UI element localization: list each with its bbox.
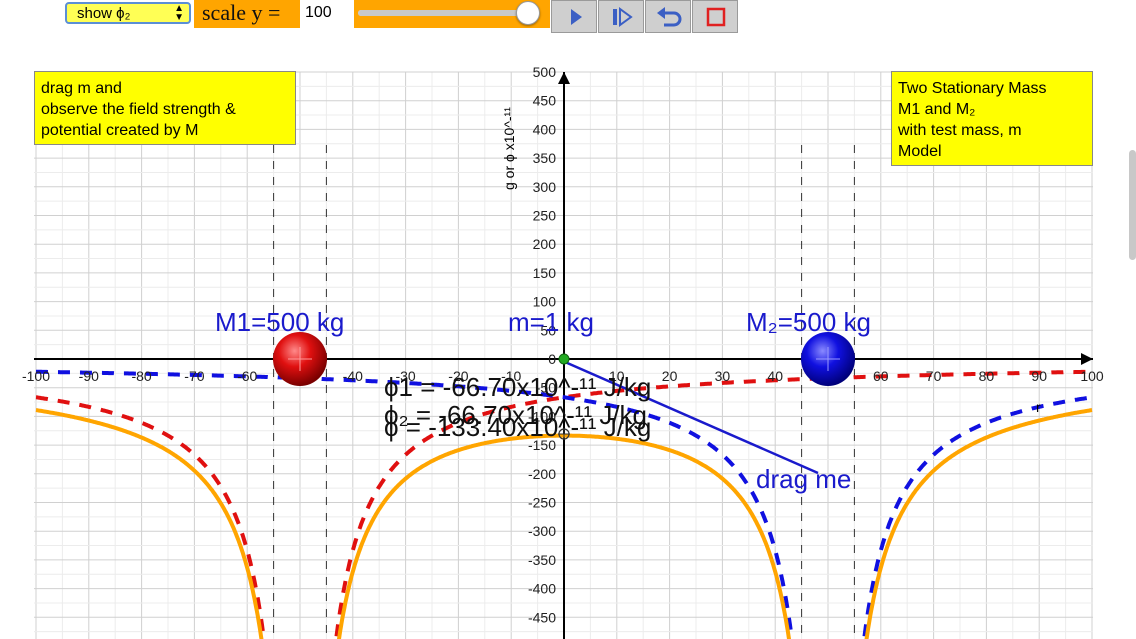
scale-slider[interactable]	[358, 1, 541, 25]
x-tick-label: 70	[926, 368, 942, 384]
reset-button[interactable]	[645, 0, 691, 33]
y-tick-label: 250	[533, 208, 557, 224]
scale-label: scale y =	[202, 0, 281, 25]
y-tick-label: -400	[528, 581, 556, 597]
mass-m1[interactable]	[273, 332, 327, 386]
y-axis-label: g or ϕ x10^-¹¹	[501, 107, 517, 190]
x-tick-label: -40	[343, 368, 363, 384]
y-tick-label: -300	[528, 523, 556, 539]
x-tick-label: -100	[22, 368, 50, 384]
select-arrows-icon: ▲ ▼	[174, 3, 184, 23]
step-button[interactable]	[598, 0, 644, 33]
r-axis-label: r	[1036, 399, 1041, 415]
y-tick-label: -450	[528, 609, 556, 625]
y-tick-label: -350	[528, 552, 556, 568]
potential-select-value: show ϕ₂	[77, 5, 131, 22]
y-axis-arrow	[558, 72, 570, 84]
y-tick-label: 300	[533, 179, 557, 195]
mass-m2[interactable]	[801, 332, 855, 386]
y-tick-label: 150	[533, 265, 557, 281]
x-tick-label: 80	[979, 368, 995, 384]
play-icon	[571, 9, 582, 25]
x-tick-label: 90	[1031, 368, 1047, 384]
scale-slider-box	[354, 0, 550, 28]
model-title-note: Two Stationary Mass M1 and M₂ with test …	[891, 71, 1093, 166]
scale-label-box: scale y =	[194, 0, 300, 28]
x-tick-label: -80	[131, 368, 151, 384]
y-tick-label: 400	[533, 121, 557, 137]
y-tick-label: 450	[533, 93, 557, 109]
y-tick-label: 350	[533, 150, 557, 166]
step-icon	[613, 7, 633, 27]
x-tick-label: 100	[1080, 368, 1104, 384]
x-tick-label: -90	[79, 368, 99, 384]
phi1-readout: ϕ1 = -66.70x10^-¹¹ J/kg	[384, 372, 651, 402]
x-axis-arrow	[1081, 353, 1093, 365]
y-tick-label: 0	[548, 351, 556, 367]
phi-total-readout: ϕ = -133.40x10^-¹¹ J/kg	[384, 412, 651, 442]
toolbar: show ϕ₂ ▲ ▼ scale y = 100	[0, 0, 1136, 34]
stop-button[interactable]	[692, 0, 738, 33]
y-tick-label: -250	[528, 495, 556, 511]
x-tick-label: -60	[237, 368, 257, 384]
x-tick-label: -70	[184, 368, 204, 384]
vertical-scrollbar[interactable]	[1129, 150, 1136, 260]
y-tick-label: 200	[533, 236, 557, 252]
y-tick-label: -200	[528, 466, 556, 482]
potential-select[interactable]: show ϕ₂ ▲ ▼	[65, 2, 191, 24]
m-label: m=1 kg	[508, 307, 594, 337]
m1-label: M1=500 kg	[215, 307, 344, 337]
drag-me-label: drag me	[756, 464, 851, 494]
scale-slider-fill	[358, 10, 528, 16]
x-tick-label: 20	[662, 368, 678, 384]
scale-slider-thumb[interactable]	[516, 1, 541, 25]
test-mass-m[interactable]	[558, 353, 570, 365]
x-tick-label: 40	[767, 368, 783, 384]
x-tick-label: 30	[715, 368, 731, 384]
stop-icon	[706, 7, 726, 27]
undo-icon	[657, 7, 682, 27]
m2-label: M₂=500 kg	[746, 307, 871, 337]
scale-input[interactable]: 100	[300, 0, 354, 28]
y-tick-label: 500	[533, 64, 557, 80]
x-tick-label: 60	[873, 368, 889, 384]
play-button[interactable]	[551, 0, 597, 33]
instruction-note: drag m and observe the field strength & …	[34, 71, 296, 145]
